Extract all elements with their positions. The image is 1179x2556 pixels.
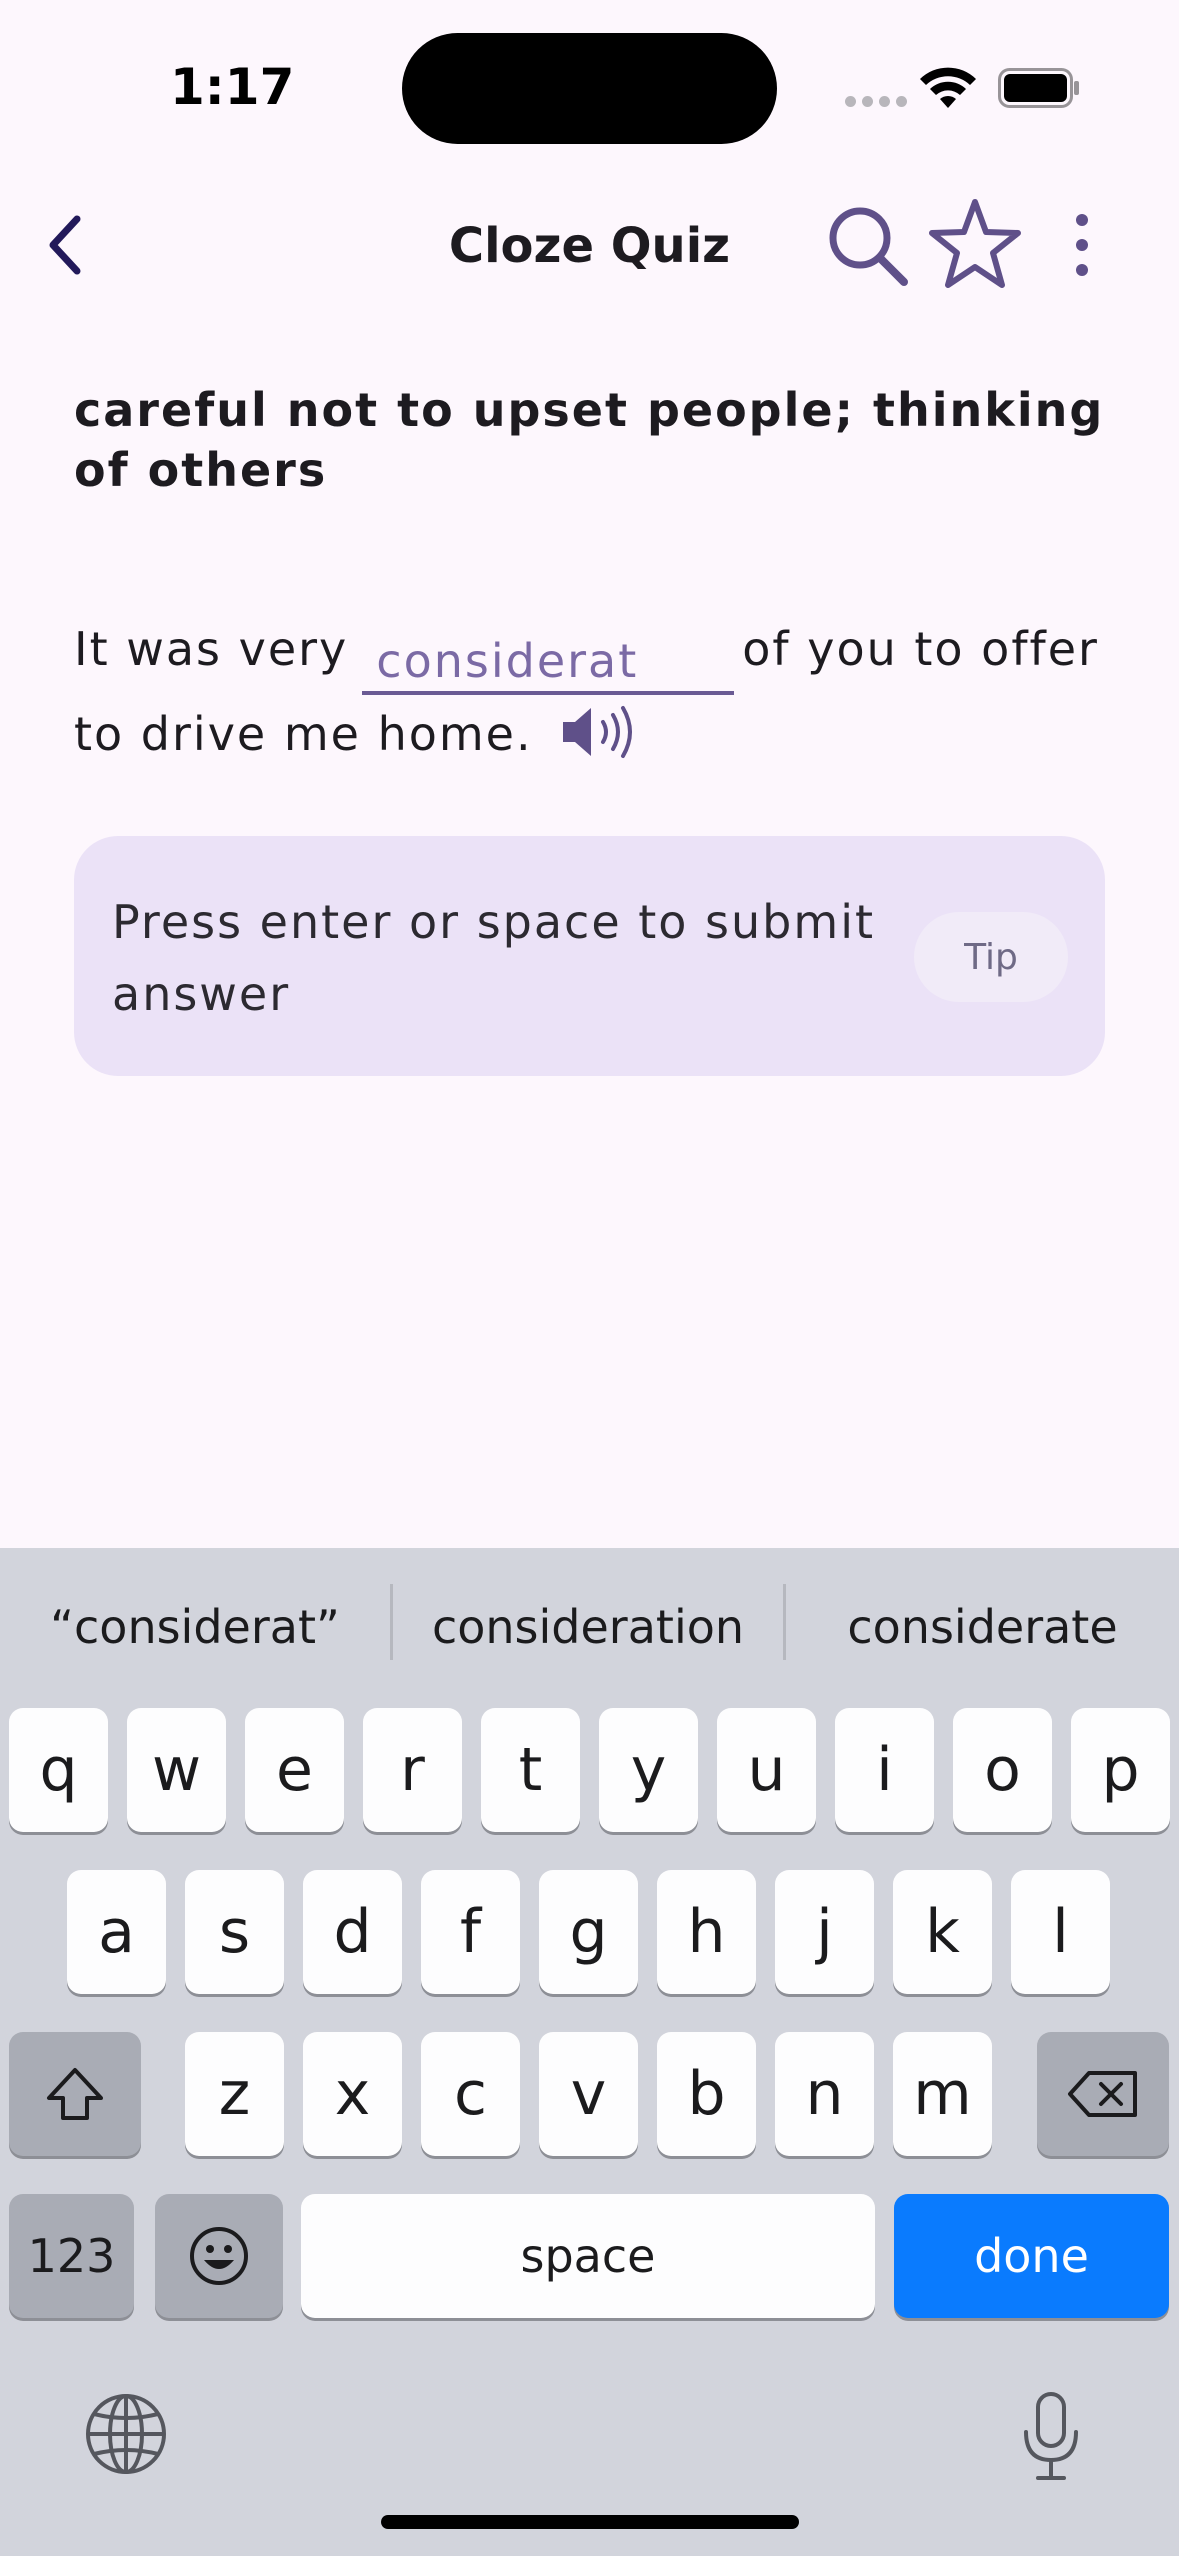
globe-icon[interactable] xyxy=(84,2392,168,2476)
wifi-icon xyxy=(920,67,976,108)
done-key[interactable]: done xyxy=(894,2194,1169,2318)
suggestion-item[interactable]: considerate xyxy=(786,1592,1179,1662)
key-e[interactable]: e xyxy=(245,1708,344,1832)
dynamic-island xyxy=(402,33,777,144)
battery-icon xyxy=(998,68,1079,108)
tip-button[interactable]: Tip xyxy=(914,912,1068,1002)
key-h[interactable]: h xyxy=(657,1870,756,1994)
key-w[interactable]: w xyxy=(127,1708,226,1832)
tip-text: Press enter or space to submit answer xyxy=(112,895,876,1021)
microphone-icon[interactable] xyxy=(1018,2390,1084,2482)
cellular-signal-icon xyxy=(845,94,913,112)
key-b[interactable]: b xyxy=(657,2032,756,2156)
space-key[interactable]: space xyxy=(301,2194,875,2318)
key-d[interactable]: d xyxy=(303,1870,402,1994)
cloze-sentence: It was very of you to offer to drive me h… xyxy=(74,610,1114,773)
home-indicator[interactable] xyxy=(381,2515,799,2529)
star-icon[interactable] xyxy=(926,196,1024,294)
key-a[interactable]: a xyxy=(67,1870,166,1994)
tip-card: Press enter or space to submit answer Ti… xyxy=(74,836,1105,1076)
more-options-icon[interactable] xyxy=(1062,210,1102,280)
delete-key[interactable] xyxy=(1037,2032,1169,2156)
key-u[interactable]: u xyxy=(717,1708,816,1832)
key-k[interactable]: k xyxy=(893,1870,992,1994)
emoji-key[interactable] xyxy=(155,2194,283,2318)
key-c[interactable]: c xyxy=(421,2032,520,2156)
status-bar: 1:17 xyxy=(0,0,1179,170)
suggestion-bar: “considerat” consideration considerate xyxy=(0,1548,1179,1698)
key-r[interactable]: r xyxy=(363,1708,462,1832)
status-time: 1:17 xyxy=(170,58,295,116)
numbers-key[interactable]: 123 xyxy=(9,2194,134,2318)
key-i[interactable]: i xyxy=(835,1708,934,1832)
shift-key[interactable] xyxy=(9,2032,141,2156)
key-x[interactable]: x xyxy=(303,2032,402,2156)
key-g[interactable]: g xyxy=(539,1870,638,1994)
key-v[interactable]: v xyxy=(539,2032,638,2156)
sentence-before: It was very xyxy=(74,622,349,676)
key-y[interactable]: y xyxy=(599,1708,698,1832)
key-t[interactable]: t xyxy=(481,1708,580,1832)
key-q[interactable]: q xyxy=(9,1708,108,1832)
suggestion-item[interactable]: consideration xyxy=(393,1592,783,1662)
key-m[interactable]: m xyxy=(893,2032,992,2156)
key-o[interactable]: o xyxy=(953,1708,1052,1832)
key-f[interactable]: f xyxy=(421,1870,520,1994)
backspace-icon xyxy=(1068,2071,1137,2117)
sentence-after-line2: to drive me home. xyxy=(74,707,533,761)
word-definition: careful not to upset people; thinking of… xyxy=(74,383,1105,497)
suggestion-item[interactable]: “considerat” xyxy=(0,1592,390,1662)
emoji-icon xyxy=(190,2227,248,2285)
key-s[interactable]: s xyxy=(185,1870,284,1994)
key-j[interactable]: j xyxy=(775,1870,874,1994)
shift-icon xyxy=(47,2068,103,2120)
key-l[interactable]: l xyxy=(1011,1870,1110,1994)
search-icon[interactable] xyxy=(822,200,912,290)
sentence-after-line1: of you to offer xyxy=(742,622,1099,676)
key-p[interactable]: p xyxy=(1071,1708,1170,1832)
key-z[interactable]: z xyxy=(185,2032,284,2156)
answer-input[interactable] xyxy=(362,631,735,695)
key-n[interactable]: n xyxy=(775,2032,874,2156)
speaker-icon[interactable] xyxy=(559,702,637,762)
app-bar: Cloze Quiz xyxy=(0,170,1179,320)
